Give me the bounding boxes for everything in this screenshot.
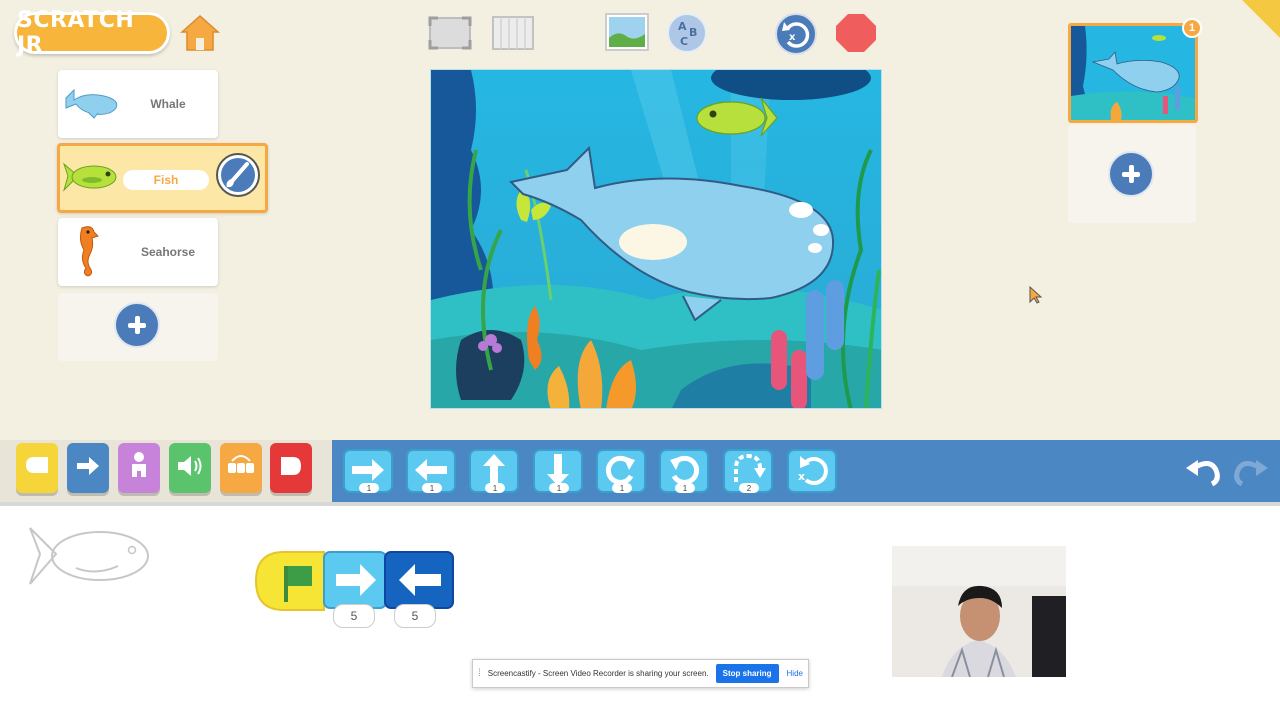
control-icon bbox=[228, 455, 254, 473]
category-sound[interactable] bbox=[169, 443, 211, 493]
go-home-icon: x bbox=[787, 449, 837, 493]
arrow-right-icon bbox=[77, 457, 99, 475]
sharing-message: Screencastify - Screen Video Recorder is… bbox=[487, 669, 709, 678]
motion-block-hop[interactable]: 2 bbox=[722, 448, 774, 496]
page-number-badge: 1 bbox=[1182, 18, 1202, 38]
hide-link[interactable]: Hide bbox=[787, 669, 803, 678]
whale-icon bbox=[65, 88, 118, 119]
motion-block-move-up[interactable]: 1 bbox=[468, 448, 520, 496]
script-block-move-left[interactable] bbox=[383, 550, 455, 612]
script-block-green-flag[interactable] bbox=[254, 550, 328, 612]
motion-block-move-left[interactable]: 1 bbox=[405, 448, 457, 496]
svg-text:x: x bbox=[798, 470, 805, 483]
block-param: 1 bbox=[422, 483, 442, 493]
svg-text:C: C bbox=[680, 35, 688, 48]
green-flag-icon bbox=[254, 551, 325, 611]
screen-sharing-notification: ⁞ Screencastify - Screen Video Recorder … bbox=[472, 659, 809, 688]
category-end[interactable] bbox=[270, 443, 312, 493]
redo-icon[interactable] bbox=[1232, 452, 1270, 490]
block-palette-bar: 1 1 1 1 1 1 2 x bbox=[0, 440, 1280, 502]
script-param-move-left[interactable]: 5 bbox=[394, 604, 436, 628]
motion-block-turn-right[interactable]: 1 bbox=[595, 448, 647, 496]
grid-icon[interactable] bbox=[490, 14, 536, 52]
block-param: 2 bbox=[739, 483, 759, 493]
reset-characters-icon[interactable]: x bbox=[774, 12, 818, 56]
page-thumbnail-1[interactable] bbox=[1068, 23, 1198, 123]
fullscreen-icon[interactable] bbox=[424, 12, 476, 54]
home-icon[interactable] bbox=[178, 12, 222, 54]
trigger-block-icon bbox=[26, 457, 48, 473]
mouse-cursor-icon bbox=[1029, 286, 1042, 304]
stop-sharing-button[interactable]: Stop sharing bbox=[715, 664, 779, 683]
category-selector bbox=[0, 440, 332, 502]
motion-block-move-right[interactable]: 1 bbox=[342, 448, 394, 496]
block-param: 1 bbox=[485, 483, 505, 493]
svg-text:x: x bbox=[789, 32, 796, 43]
sprite-card-fish[interactable]: Fish bbox=[57, 143, 268, 213]
seahorse-icon bbox=[79, 226, 99, 277]
sprite-name-whale: Whale bbox=[150, 97, 186, 111]
webcam-overlay bbox=[892, 546, 1066, 677]
arrow-right-icon bbox=[323, 551, 387, 609]
page-corner-fold[interactable] bbox=[1242, 0, 1280, 38]
fish-icon bbox=[62, 162, 117, 192]
category-looks[interactable] bbox=[118, 443, 160, 493]
editor-top-area: SCRATCH JR A B C x Whale Fish Seahorse 1 bbox=[0, 0, 1280, 440]
webcam-feed-image bbox=[892, 546, 1066, 677]
category-triggering[interactable] bbox=[16, 443, 58, 493]
paintbrush-icon[interactable] bbox=[215, 152, 261, 198]
script-param-move-right[interactable]: 5 bbox=[333, 604, 375, 628]
sprite-name-fish: Fish bbox=[123, 170, 209, 190]
motion-block-turn-left[interactable]: 1 bbox=[658, 448, 710, 496]
block-param: 1 bbox=[549, 483, 569, 493]
text-abc-icon[interactable]: A B C bbox=[666, 12, 708, 54]
svg-text:A: A bbox=[678, 20, 687, 33]
page-thumbnail-scene bbox=[1071, 26, 1195, 120]
selected-sprite-watermark-icon bbox=[29, 527, 149, 585]
drag-handle-icon[interactable]: ⁞ bbox=[478, 668, 481, 679]
undo-icon[interactable] bbox=[1184, 452, 1222, 490]
motion-block-go-home[interactable]: x bbox=[786, 448, 838, 496]
block-param: 1 bbox=[359, 483, 379, 493]
arrow-left-icon bbox=[384, 551, 454, 609]
add-sprite-button[interactable] bbox=[114, 302, 160, 348]
sprite-name-seahorse: Seahorse bbox=[140, 245, 196, 259]
block-param: 1 bbox=[675, 483, 695, 493]
person-icon bbox=[132, 452, 146, 477]
motion-block-move-down[interactable]: 1 bbox=[532, 448, 584, 496]
category-control[interactable] bbox=[220, 443, 262, 493]
block-param: 1 bbox=[612, 483, 632, 493]
sprite-card-whale[interactable]: Whale bbox=[58, 70, 218, 138]
svg-text:B: B bbox=[689, 26, 697, 39]
stop-icon[interactable] bbox=[834, 12, 878, 54]
stage[interactable] bbox=[430, 69, 882, 409]
add-page-button[interactable] bbox=[1108, 151, 1154, 197]
end-block-icon bbox=[281, 457, 301, 475]
script-block-move-right[interactable] bbox=[322, 550, 388, 612]
speaker-icon bbox=[178, 456, 202, 476]
stage-scene bbox=[431, 70, 881, 408]
category-motion[interactable] bbox=[67, 443, 109, 493]
scratchjr-logo: SCRATCH JR bbox=[14, 8, 170, 58]
background-picker-icon[interactable] bbox=[604, 12, 650, 54]
sprite-card-seahorse[interactable]: Seahorse bbox=[58, 218, 218, 286]
logo-text: SCRATCH JR bbox=[17, 8, 135, 58]
